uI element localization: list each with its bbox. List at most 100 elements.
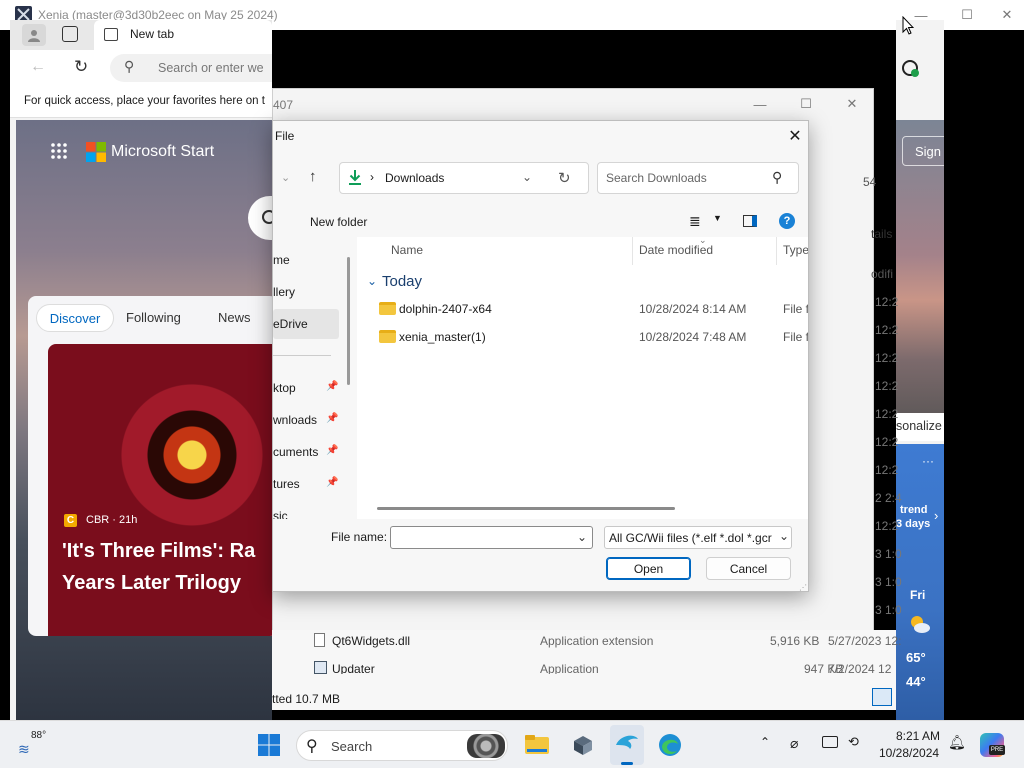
taskbar-date[interactable]: 10/28/2024 <box>879 746 939 760</box>
weather-day: Fri <box>910 588 926 602</box>
network-offline-icon[interactable]: ⌀ <box>790 735 798 752</box>
bg-window-title: 407 <box>273 98 294 112</box>
file-type: Application extension <box>540 634 654 648</box>
nav-item[interactable]: tures <box>273 477 300 491</box>
dll-file-icon <box>314 633 325 647</box>
chevron-right-icon[interactable]: › <box>934 508 938 523</box>
view-dropdown-icon[interactable]: ▼ <box>713 213 722 223</box>
nav-item[interactable]: cuments <box>273 445 318 459</box>
profile-icon[interactable] <box>22 24 46 46</box>
nav-item[interactable]: sic <box>273 509 288 519</box>
nav-divider <box>273 355 331 356</box>
close-button[interactable]: ✕ <box>990 0 1024 30</box>
edge-browser-icon[interactable] <box>657 732 683 758</box>
msn-search-box-edge[interactable] <box>248 196 272 240</box>
details-view-icon[interactable] <box>872 688 892 706</box>
bg-time: 12:2 <box>875 323 899 337</box>
cancel-button[interactable]: Cancel <box>706 557 791 580</box>
sync-icon[interactable]: ⟲ <box>848 734 859 750</box>
resize-grip-icon[interactable]: ⋰ <box>799 583 807 591</box>
refresh-icon[interactable]: ↻ <box>558 169 571 187</box>
search-box[interactable]: Search Downloads ⚲ <box>597 162 799 194</box>
notification-bell-icon[interactable]: 🔔︎ <box>948 734 966 751</box>
weather-low: 44° <box>906 674 926 689</box>
copilot-pre-icon[interactable]: PRE <box>980 733 1005 757</box>
maximize-button[interactable]: ☐ <box>944 0 990 30</box>
file-name: Qt6Widgets.dll <box>332 634 411 648</box>
story-image[interactable]: C CBR · 21h 'It's Three Films': Ra Years… <box>48 344 272 636</box>
start-button-icon[interactable] <box>256 732 282 758</box>
address-bar[interactable]: ⚲ Search or enter we <box>110 54 272 82</box>
file-explorer-icon[interactable] <box>524 732 550 758</box>
weather-widget[interactable]: ≋ 88° <box>18 727 58 763</box>
tab-discover[interactable]: Discover <box>36 304 114 332</box>
column-header-type[interactable]: Type <box>783 243 808 257</box>
view-options-icon[interactable]: ≣ <box>689 213 701 230</box>
group-header[interactable]: Today <box>382 273 422 290</box>
display-icon[interactable] <box>822 736 838 748</box>
up-arrow-icon[interactable]: ↑ <box>309 168 317 185</box>
open-button[interactable]: Open <box>606 557 691 580</box>
group-collapse-icon[interactable]: ⌄ <box>367 274 377 288</box>
address-dropdown-icon[interactable]: ⌄ <box>522 170 532 184</box>
pin-icon: 📌 <box>326 477 339 488</box>
list-item[interactable]: dolphin-2407-x64 10/28/2024 8:14 AM File… <box>373 297 808 321</box>
help-icon[interactable]: ? <box>779 213 795 229</box>
preview-pane-icon[interactable] <box>743 215 757 227</box>
new-folder-button[interactable]: New folder <box>310 215 367 229</box>
dialog-close-button[interactable]: ✕ <box>781 123 808 149</box>
pin-icon: 📌 <box>326 413 339 424</box>
chevron-down-icon[interactable]: ⌄ <box>777 529 790 543</box>
taskbar-search-box[interactable]: ⚲ Search <box>296 730 508 761</box>
file-name-input[interactable]: ⌄ <box>390 526 593 549</box>
chevron-down-icon[interactable]: ⌄ <box>577 530 587 544</box>
more-icon[interactable]: ··· <box>922 454 934 468</box>
tab-actions-icon[interactable] <box>62 26 78 42</box>
bg-close-button[interactable]: ✕ <box>829 89 875 119</box>
table-row[interactable]: Updater Application 947 KB 7/2/2024 12:2 <box>312 660 892 674</box>
bg-minimize-button[interactable]: — <box>737 89 783 119</box>
app-package-icon[interactable] <box>570 732 596 758</box>
file-date: 7/2/2024 12:2 <box>828 662 892 674</box>
address-bar[interactable]: › Downloads ⌄ ↻ <box>339 162 589 194</box>
copilot-icon[interactable] <box>902 60 919 77</box>
navigation-pane: me llery eDrive ktop 📌 wnloads 📌 cuments… <box>273 237 355 527</box>
nav-item[interactable]: me <box>273 253 290 267</box>
favorites-hint: For quick access, place your favorites h… <box>24 95 265 107</box>
list-item[interactable]: xenia_master(1) 10/28/2024 7:48 AM File … <box>373 325 808 349</box>
mouse-cursor-icon <box>902 16 914 36</box>
recent-locations-icon[interactable]: ⌄ <box>281 171 290 184</box>
column-header-name[interactable]: Name <box>391 243 423 257</box>
tab-news[interactable]: News <box>218 310 251 325</box>
tab-new-tab[interactable]: New tab <box>94 20 272 50</box>
command-bar: New folder ≣ ▼ ? <box>273 207 808 237</box>
taskbar-temp: 88° <box>31 730 47 741</box>
refresh-icon[interactable]: ↻ <box>74 57 88 77</box>
tab-following[interactable]: Following <box>126 310 181 325</box>
column-header-date[interactable]: Date modified <box>639 243 713 257</box>
nav-item[interactable]: llery <box>273 285 295 299</box>
favorites-bar: For quick access, place your favorites h… <box>10 86 272 118</box>
back-arrow-icon[interactable]: ← <box>30 58 46 76</box>
nav-item[interactable]: ktop <box>273 381 296 395</box>
horizontal-scrollbar[interactable] <box>377 507 675 510</box>
folder-icon <box>379 330 396 343</box>
show-hidden-icons-icon[interactable]: ⌃ <box>760 735 770 749</box>
bg-maximize-button[interactable]: ☐ <box>783 89 829 119</box>
nav-scrollbar[interactable] <box>347 257 350 385</box>
partly-sunny-icon <box>908 614 930 634</box>
nav-item[interactable]: wnloads <box>273 413 317 427</box>
table-row[interactable]: Qt6Widgets.dll Application extension 5,9… <box>312 632 901 652</box>
taskbar-time[interactable]: 8:21 AM <box>896 729 940 743</box>
bg-time-list: 12:2 12:2 12:2 12:2 12:2 12:2 12:2 2 2:4… <box>875 295 905 631</box>
nav-item-selected[interactable]: eDrive <box>273 309 339 339</box>
sign-in-button[interactable]: Sign <box>902 136 944 166</box>
dolphin-app-icon[interactable] <box>610 725 644 765</box>
search-icon: ⚲ <box>772 169 783 185</box>
bg-time: 12:2 <box>875 351 899 365</box>
status-text: tted 10.7 MB <box>272 692 341 706</box>
file-size: 5,916 KB <box>770 634 820 648</box>
file-type-filter[interactable]: All GC/Wii files (*.elf *.dol *.gcr ⌄ <box>604 526 792 549</box>
apps-grid-icon[interactable] <box>50 142 68 160</box>
open-file-dialog: File ✕ ⌄ ↑ › Downloads ⌄ ↻ Search Downlo… <box>272 120 809 592</box>
